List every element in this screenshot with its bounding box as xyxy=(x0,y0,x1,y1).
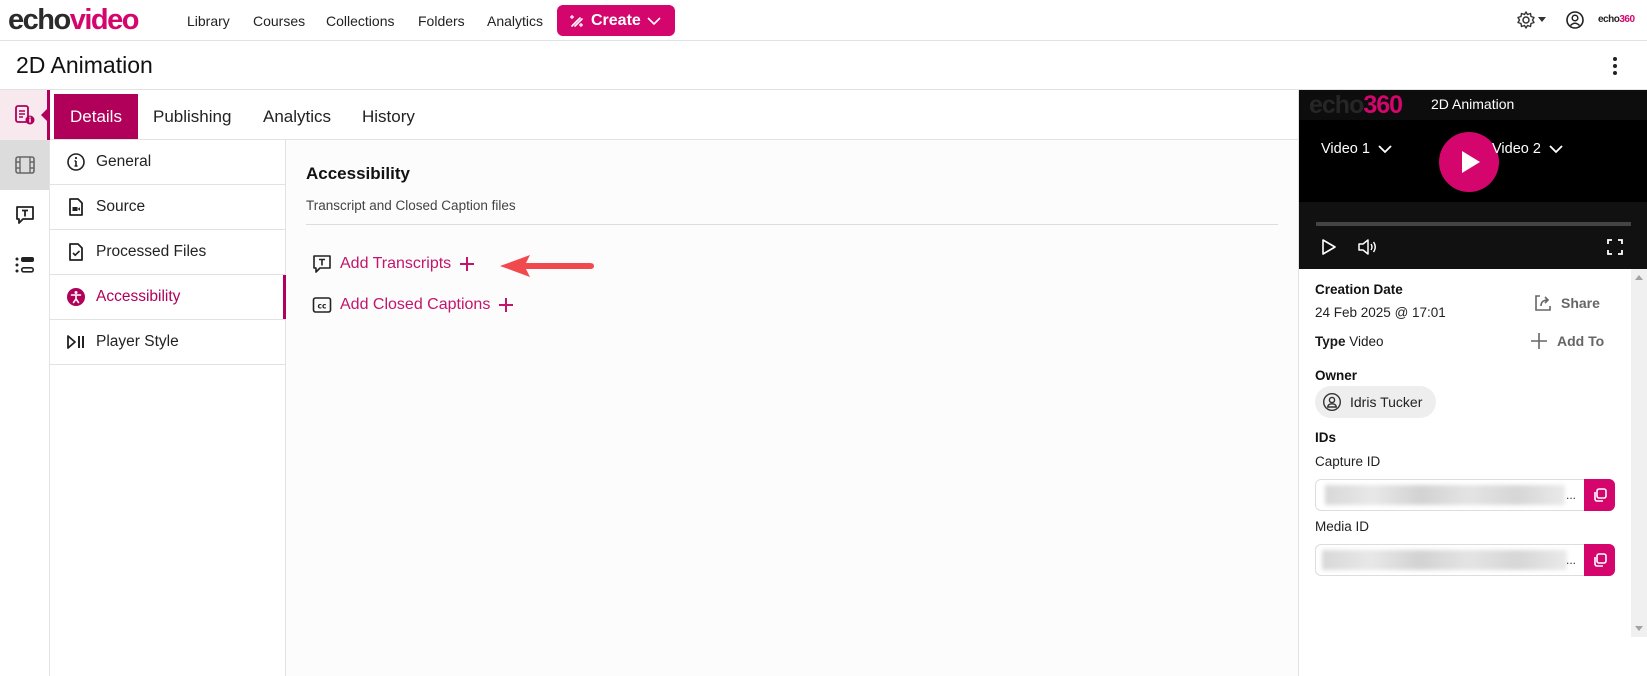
subnav-general[interactable]: General xyxy=(50,140,285,185)
add-transcripts-button[interactable]: Add Transcripts xyxy=(312,254,475,274)
section-subtitle: Transcript and Closed Caption files xyxy=(306,198,516,213)
owner-label: Owner xyxy=(1315,368,1358,383)
page-title: 2D Animation xyxy=(16,52,153,78)
rail-item-media[interactable] xyxy=(0,140,49,190)
echo360-logo: echo360 xyxy=(1598,14,1635,25)
gear-icon[interactable] xyxy=(1516,10,1536,30)
add-closed-captions-button[interactable]: cc Add Closed Captions xyxy=(312,296,514,314)
rail-item-list[interactable] xyxy=(0,240,49,290)
media-id-field[interactable]: ... xyxy=(1315,544,1615,576)
user-circle-icon[interactable] xyxy=(1565,10,1585,30)
video-file-icon xyxy=(66,197,86,217)
plus-icon xyxy=(459,256,475,272)
create-button[interactable]: Create xyxy=(557,5,675,36)
fullscreen-icon[interactable] xyxy=(1606,238,1624,256)
nav-library[interactable]: Library xyxy=(187,13,230,29)
accessibility-panel: Accessibility Transcript and Closed Capt… xyxy=(286,140,1298,676)
nav-folders[interactable]: Folders xyxy=(418,13,465,29)
details-icon xyxy=(14,104,36,126)
info-icon xyxy=(66,152,86,172)
capture-id-field[interactable]: ... xyxy=(1315,479,1615,511)
media-id-label: Media ID xyxy=(1315,519,1370,534)
subnav-source[interactable]: Source xyxy=(50,185,285,230)
volume-icon[interactable] xyxy=(1357,238,1377,256)
media-details: Creation Date 24 Feb 2025 @ 17:01 Share … xyxy=(1299,269,1631,676)
tab-analytics[interactable]: Analytics xyxy=(247,94,347,139)
svg-text:cc: cc xyxy=(318,302,327,311)
subnav-accessibility[interactable]: Accessibility xyxy=(50,275,286,320)
video-player[interactable]: echo360 2D Animation Video 1 Video 2 xyxy=(1299,90,1647,269)
echovideo-logo[interactable]: echovideo xyxy=(8,3,139,37)
closed-captions-icon: cc xyxy=(312,296,332,314)
player-controls xyxy=(1299,202,1647,269)
list-icon xyxy=(14,255,36,275)
film-icon xyxy=(14,155,36,175)
title-bar: 2D Animation xyxy=(0,41,1647,90)
nav-courses[interactable]: Courses xyxy=(253,13,305,29)
tab-details[interactable]: Details xyxy=(54,94,138,139)
type-row: Type Video xyxy=(1315,334,1384,349)
rail-item-transcripts[interactable] xyxy=(0,190,49,240)
plus-icon xyxy=(1529,331,1549,351)
copy-media-id-button[interactable] xyxy=(1584,544,1615,576)
media-side-panel: echo360 2D Animation Video 1 Video 2 Cre… xyxy=(1298,90,1647,676)
transcript-icon xyxy=(14,204,36,226)
details-scrollbar[interactable] xyxy=(1631,269,1647,637)
section-divider xyxy=(306,224,1278,225)
share-icon xyxy=(1533,293,1553,313)
chevron-down-icon xyxy=(647,16,661,26)
owner-chip: Idris Tucker xyxy=(1315,386,1437,418)
ids-label: IDs xyxy=(1315,430,1337,445)
caret-down-icon[interactable] xyxy=(1538,17,1546,22)
creation-date-value: 24 Feb 2025 @ 17:01 xyxy=(1315,305,1446,320)
magic-wand-icon xyxy=(569,13,585,29)
player-title: 2D Animation xyxy=(1431,96,1515,112)
file-check-icon xyxy=(66,242,86,262)
top-navigation: echovideo Library Courses Collections Fo… xyxy=(0,0,1647,41)
scroll-down-icon[interactable] xyxy=(1635,626,1643,631)
copy-icon xyxy=(1592,487,1608,503)
more-options-icon[interactable] xyxy=(1610,55,1620,77)
chevron-down-icon xyxy=(1549,144,1563,154)
share-button[interactable]: Share xyxy=(1533,293,1600,313)
subnav-player-style[interactable]: Player Style xyxy=(50,320,285,365)
copy-icon xyxy=(1592,552,1608,568)
nav-collections[interactable]: Collections xyxy=(326,13,394,29)
big-play-button[interactable] xyxy=(1439,132,1499,192)
play-pause-icon xyxy=(66,332,86,352)
chevron-down-icon xyxy=(1378,144,1392,154)
transcript-icon xyxy=(312,254,332,274)
video-1-selector[interactable]: Video 1 xyxy=(1321,141,1392,157)
scroll-up-icon[interactable] xyxy=(1635,275,1643,280)
section-title: Accessibility xyxy=(306,164,410,183)
redacted-media-id xyxy=(1322,550,1567,570)
tab-history[interactable]: History xyxy=(346,94,431,139)
plus-icon xyxy=(498,297,514,313)
subnav-processed-files[interactable]: Processed Files xyxy=(50,230,285,275)
tab-bar: Details Publishing Analytics History xyxy=(50,90,1298,140)
capture-id-label: Capture ID xyxy=(1315,454,1381,469)
user-circle-icon xyxy=(1322,392,1342,412)
creation-date-label: Creation Date xyxy=(1315,282,1403,297)
tab-publishing[interactable]: Publishing xyxy=(137,94,247,139)
nav-analytics[interactable]: Analytics xyxy=(487,13,543,29)
play-icon[interactable] xyxy=(1321,238,1337,256)
details-subnav: General Source Processed Files Accessibi… xyxy=(50,140,286,676)
annotation-arrow-icon xyxy=(500,254,596,278)
echo360-player-logo: echo360 xyxy=(1309,91,1403,119)
add-to-button[interactable]: Add To xyxy=(1529,331,1604,351)
video-2-selector[interactable]: Video 2 xyxy=(1492,141,1563,157)
copy-capture-id-button[interactable] xyxy=(1584,479,1615,511)
left-rail xyxy=(0,90,50,676)
redacted-capture-id xyxy=(1325,485,1565,505)
seek-bar[interactable] xyxy=(1316,222,1631,226)
rail-item-details[interactable] xyxy=(0,90,50,140)
accessibility-icon xyxy=(66,287,86,307)
